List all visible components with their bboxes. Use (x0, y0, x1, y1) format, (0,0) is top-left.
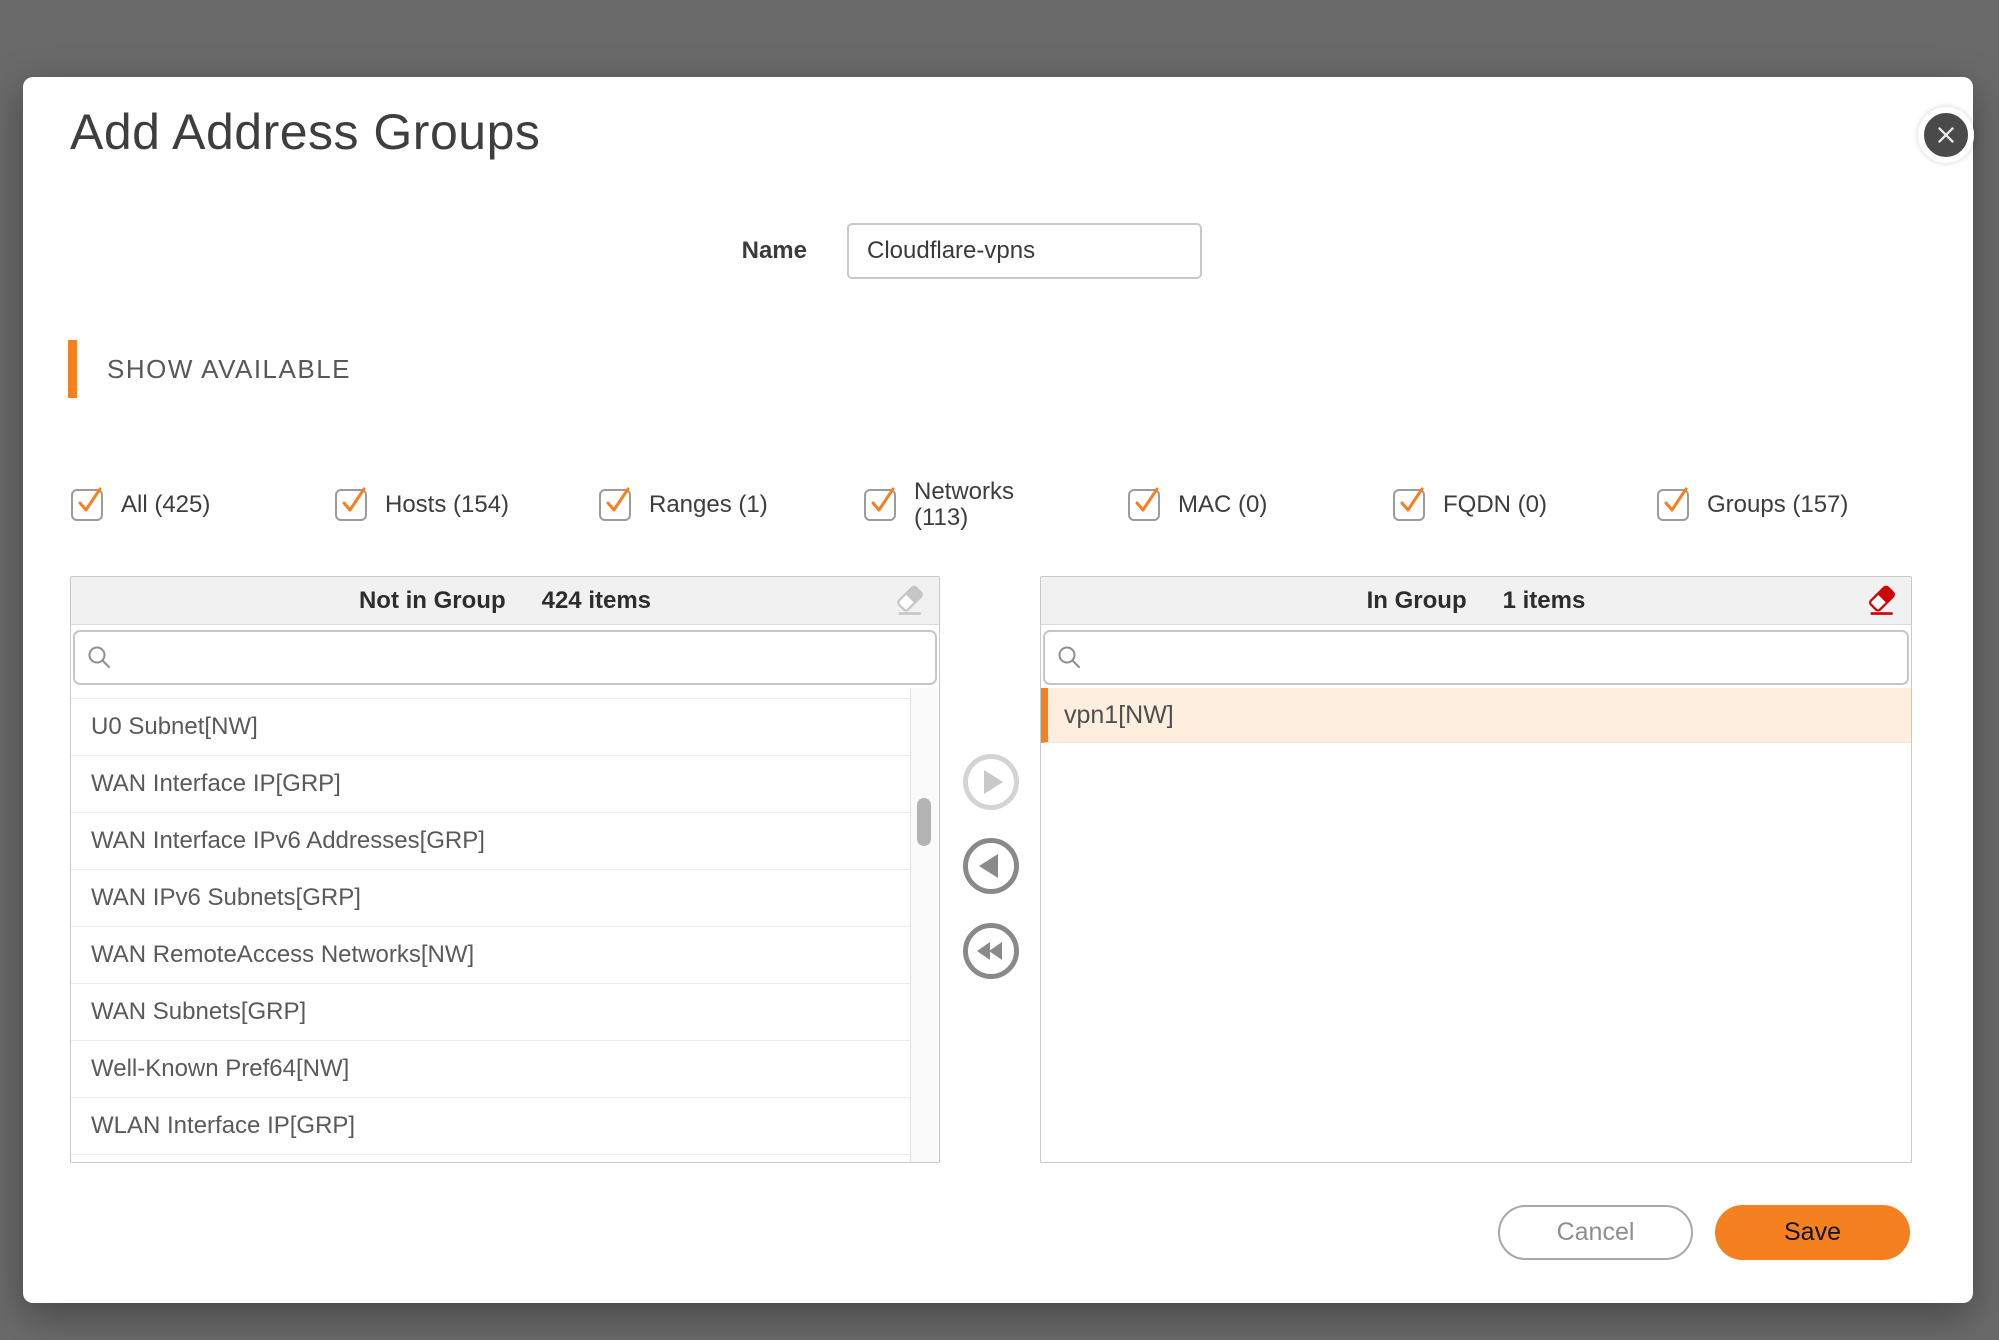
list-item[interactable]: WAN IPv6 Subnets[GRP] (71, 870, 911, 927)
list-item[interactable]: WAN Subnets[GRP] (71, 984, 911, 1041)
name-label: Name (741, 237, 807, 264)
search-input[interactable] (73, 630, 937, 685)
checkmark-icon (1400, 487, 1424, 512)
filter-label: Hosts (154) (385, 490, 510, 518)
not-in-group-list: U0 Subnet[NW] WAN Interface IP[GRP] WAN In… (71, 688, 939, 1162)
checkmark-icon (1135, 487, 1159, 512)
dialog-title: Add Address Groups (70, 104, 541, 160)
in-group-list: vpn1[NW] (1041, 688, 1911, 1162)
add-address-groups-dialog: Add Address Groups Name SHOW AVAILABLE A… (23, 77, 1974, 1303)
filter-checkbox-item[interactable]: Groups (157) (1657, 470, 1848, 540)
list-item-partial (71, 688, 911, 699)
list-item[interactable]: WLAN Interface IP[GRP] (71, 1098, 911, 1155)
checkmark-icon (1664, 487, 1688, 512)
filter-checkbox-item[interactable]: MAC (0) (1128, 470, 1267, 540)
filter-checkbox-item[interactable]: Ranges (1) (599, 470, 768, 540)
in-group-panel: In Group 1 items vpn1[NW] (1040, 576, 1912, 1163)
list-item[interactable]: WAN Interface IP[GRP] (71, 756, 911, 813)
search-icon (88, 646, 110, 668)
not-in-group-header: Not in Group 424 items (71, 577, 939, 625)
list-item[interactable]: WAN RemoteAccess Networks[NW] (71, 927, 911, 984)
filter-label: Ranges (1) (649, 490, 768, 518)
checkbox[interactable] (1393, 487, 1425, 521)
checkmark-icon (871, 487, 895, 512)
filter-checkbox-item[interactable]: Hosts (154) (335, 470, 509, 540)
search-icon (1058, 646, 1080, 668)
not-in-group-search (73, 630, 937, 685)
list-item[interactable]: WAN Interface IPv6 Addresses[GRP] (71, 813, 911, 870)
save-button[interactable]: Save (1715, 1205, 1910, 1260)
show-available-section-header: SHOW AVAILABLE (68, 340, 351, 398)
checkmark-icon (606, 487, 630, 512)
clear-selection-button[interactable] (893, 583, 927, 617)
not-in-group-panel: Not in Group 424 items U0 Subnet[NW] WAN… (70, 576, 940, 1163)
remove-from-group-button[interactable] (963, 838, 1019, 894)
checkbox[interactable] (1657, 487, 1689, 521)
move-to-group-button[interactable] (963, 754, 1019, 810)
scrollbar-thumb[interactable] (917, 798, 931, 846)
filter-label: Networks (113) (914, 477, 1015, 531)
filter-checkbox-row: All (425) Hosts (154) Ranges (1) Network… (23, 470, 1973, 540)
search-input[interactable] (1043, 630, 1909, 685)
filter-label: All (425) (121, 490, 211, 518)
panel-title: In Group (1366, 586, 1467, 614)
filter-label: FQDN (0) (1443, 490, 1547, 518)
checkmark-icon (78, 487, 102, 512)
cancel-button[interactable]: Cancel (1498, 1205, 1693, 1260)
close-button[interactable] (1918, 107, 1974, 163)
checkbox[interactable] (864, 487, 896, 521)
list-item[interactable]: U0 Subnet[NW] (71, 699, 911, 756)
filter-checkbox-item[interactable]: All (425) (71, 470, 210, 540)
remove-all-from-group-button[interactable] (963, 923, 1019, 979)
checkbox[interactable] (335, 487, 367, 521)
filter-label: MAC (0) (1178, 490, 1268, 518)
checkbox[interactable] (1128, 487, 1160, 521)
filter-checkbox-item[interactable]: FQDN (0) (1393, 470, 1547, 540)
arrow-left-icon (979, 854, 998, 878)
eraser-icon (897, 585, 923, 615)
checkbox[interactable] (71, 487, 103, 521)
panel-item-count: 424 items (541, 586, 652, 614)
in-group-header: In Group 1 items (1041, 577, 1911, 625)
filter-label: Groups (157) (1707, 490, 1849, 518)
name-input[interactable] (847, 223, 1202, 279)
double-arrow-left-icon (976, 942, 1002, 960)
scrollbar-track[interactable] (910, 688, 939, 1162)
clear-group-button[interactable] (1865, 583, 1899, 617)
selected-list-item[interactable]: vpn1[NW] (1041, 688, 1911, 743)
eraser-icon (1869, 585, 1895, 615)
name-field-row: Name (623, 223, 1202, 279)
panel-item-count: 1 items (1502, 586, 1586, 614)
section-title: SHOW AVAILABLE (107, 353, 352, 384)
checkmark-icon (342, 487, 366, 512)
section-accent-bar (68, 340, 77, 398)
panel-title: Not in Group (358, 586, 506, 614)
checkbox[interactable] (599, 487, 631, 521)
list-item[interactable]: Well-Known Pref64[NW] (71, 1041, 911, 1098)
filter-checkbox-item[interactable]: Networks (113) (864, 470, 1034, 540)
in-group-search (1043, 630, 1909, 685)
arrow-right-icon (984, 770, 1003, 794)
close-icon (1938, 127, 1954, 143)
